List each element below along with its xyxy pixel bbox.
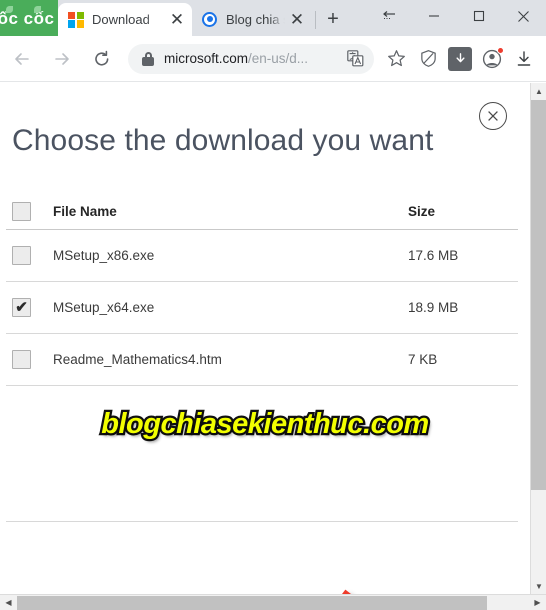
maximize-button[interactable] [456,0,501,33]
dock-left-icon [382,11,395,20]
footer-divider [6,521,518,522]
select-all-checkbox[interactable]: ✔ [12,202,31,221]
browser-toolbar: microsoft.com/en-us/d... [0,36,546,82]
forward-arrow-icon [55,52,69,65]
leaf-decoration-icon [6,6,13,13]
new-tab-button[interactable]: + [319,5,347,33]
lock-icon [142,51,154,66]
address-bar[interactable]: microsoft.com/en-us/d... [128,43,374,74]
tab-strip: ốc cốc Download ✕ Blog chia s ✕ + [0,0,546,36]
file-size: 7 KB [408,352,438,367]
scroll-left-icon: ◀ [5,597,12,607]
profile-avatar-icon[interactable] [476,41,508,77]
tab-blog[interactable]: Blog chia s ✕ [192,3,312,36]
file-name: Readme_Mathematics4.htm [53,352,222,367]
forward-button[interactable] [44,41,80,77]
microsoft-logo-icon [68,11,84,28]
horizontal-scroll-thumb[interactable] [17,595,487,610]
row-checkbox[interactable]: ✔ [12,246,31,265]
horizontal-scrollbar[interactable]: ◀ ▶ [0,594,546,610]
page-title: Choose the download you want [12,124,434,157]
close-window-button[interactable] [501,0,546,33]
vertical-scrollbar[interactable]: ▲ ▼ [530,83,546,595]
tab-close-icon[interactable]: ✕ [286,9,308,31]
coccoc-brand-logo[interactable]: ốc cốc [0,0,58,36]
tab-title: Blog chia s [226,12,286,27]
close-icon [488,111,498,121]
column-header-size: Size [408,204,436,219]
scroll-right-icon: ▶ [534,597,541,607]
notification-dot-icon [497,46,504,54]
file-name: MSetup_x86.exe [53,248,155,263]
minimize-button[interactable] [411,0,456,33]
restore-dock-button[interactable] [366,0,411,33]
table-row[interactable]: ✔ MSetup_x86.exe 17.6 MB [6,230,518,282]
tab-title: Download [92,12,150,27]
browser-window: ốc cốc Download ✕ Blog chia s ✕ + micros… [0,0,546,610]
file-size: 17.6 MB [408,248,459,263]
watermark: blogchiasekienthuc.com [0,406,530,443]
back-button[interactable] [4,41,40,77]
row-checkbox[interactable]: ✔ [12,298,31,317]
reload-icon [95,50,109,66]
file-size: 18.9 MB [408,300,459,315]
translate-icon[interactable] [342,46,368,72]
tab-download[interactable]: Download ✕ [58,3,192,36]
watermark-text: blogchiasekienthuc.com [99,406,431,443]
shield-adblock-icon[interactable] [412,41,444,77]
back-arrow-icon [15,52,29,65]
window-controls [366,0,546,34]
url-domain: microsoft.com [164,51,249,66]
scroll-up-button[interactable]: ▲ [531,83,546,100]
vertical-scroll-thumb[interactable] [531,100,546,490]
url-text: microsoft.com/en-us/d... [164,51,342,66]
scroll-left-button[interactable]: ◀ [0,595,17,610]
close-icon [518,10,529,22]
leaf-decoration-icon [34,6,41,13]
bookmark-star-icon[interactable] [380,41,412,77]
scroll-up-icon: ▲ [535,86,543,96]
downloads-tray-icon[interactable] [508,41,540,77]
check-mark-icon: ✔ [15,299,28,316]
dialog-close-button[interactable] [479,102,507,130]
table-row[interactable]: ✔ MSetup_x64.exe 18.9 MB [6,282,518,334]
blog-circle-icon [202,11,218,28]
table-header-row: ✔ File Name Size [6,194,518,230]
tab-divider [315,11,316,29]
scroll-right-button[interactable]: ▶ [529,595,546,610]
file-name: MSetup_x64.exe [53,300,155,315]
download-chip-icon[interactable] [444,41,476,77]
minimize-icon [428,15,439,17]
reload-button[interactable] [84,41,120,77]
url-path: /en-us/d... [248,51,309,66]
scroll-down-icon: ▼ [535,581,543,591]
page-content: Choose the download you want ✔ File Name… [0,83,530,595]
maximize-icon [473,10,484,22]
row-checkbox[interactable]: ✔ [12,350,31,369]
tab-close-icon[interactable]: ✕ [166,9,188,31]
scroll-down-button[interactable]: ▼ [531,578,546,595]
download-file-table: ✔ File Name Size ✔ MSetup_x86.exe 17.6 M… [6,194,518,386]
table-row[interactable]: ✔ Readme_Mathematics4.htm 7 KB [6,334,518,386]
column-header-file-name: File Name [53,204,117,219]
